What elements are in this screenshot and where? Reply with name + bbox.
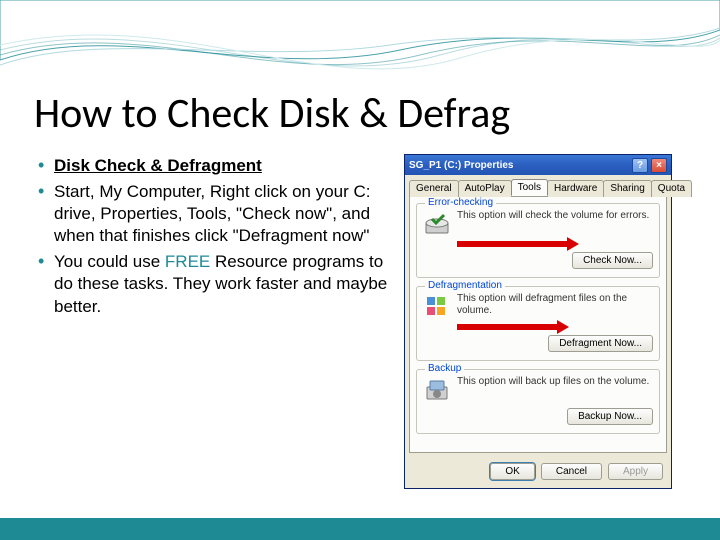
- slide: How to Check Disk & Defrag Disk Check & …: [0, 0, 720, 540]
- tab-sharing[interactable]: Sharing: [603, 180, 651, 197]
- group-text-defrag: This option will defragment files on the…: [457, 293, 653, 317]
- tab-tools[interactable]: Tools: [511, 179, 548, 196]
- bottom-band: [0, 518, 720, 540]
- tab-hardware[interactable]: Hardware: [547, 180, 604, 197]
- close-button[interactable]: ×: [651, 158, 667, 173]
- backup-icon: [423, 376, 451, 404]
- properties-dialog: SG_P1 (C:) Properties ? × General AutoPl…: [404, 154, 672, 489]
- bullet-2: Start, My Computer, Right click on your …: [34, 181, 389, 247]
- group-text-error: This option will check the volume for er…: [457, 210, 653, 222]
- group-defragmentation: Defragmentation This option will defragm…: [416, 286, 660, 361]
- tab-general[interactable]: General: [409, 180, 459, 197]
- dialog-button-row: OK Cancel Apply: [405, 457, 671, 488]
- tab-quota[interactable]: Quota: [651, 180, 692, 197]
- group-label-error: Error-checking: [425, 197, 496, 208]
- apply-button[interactable]: Apply: [608, 463, 663, 480]
- help-button[interactable]: ?: [632, 158, 648, 173]
- group-label-defrag: Defragmentation: [425, 280, 505, 291]
- bullet-2-text: Start, My Computer, Right click on your …: [54, 182, 371, 245]
- check-now-button[interactable]: Check Now...: [572, 252, 653, 269]
- backup-now-button[interactable]: Backup Now...: [567, 408, 653, 425]
- slide-body: Disk Check & Defragment Start, My Comput…: [34, 155, 389, 322]
- tab-strip: General AutoPlay Tools Hardware Sharing …: [405, 175, 671, 196]
- cancel-button[interactable]: Cancel: [541, 463, 602, 480]
- group-label-backup: Backup: [425, 363, 464, 374]
- red-arrow-1: [457, 240, 653, 248]
- dialog-titlebar[interactable]: SG_P1 (C:) Properties ? ×: [405, 155, 671, 175]
- defrag-icon: [423, 293, 451, 321]
- wave-decoration: [0, 0, 720, 90]
- defragment-now-button[interactable]: Defragment Now...: [548, 335, 653, 352]
- bullet-1-text: Disk Check & Defragment: [54, 156, 262, 175]
- dialog-title: SG_P1 (C:) Properties: [409, 160, 513, 171]
- tab-autoplay[interactable]: AutoPlay: [458, 180, 512, 197]
- bullet-1: Disk Check & Defragment: [34, 155, 389, 177]
- disk-check-icon: [423, 210, 451, 238]
- red-arrow-2: [457, 323, 653, 331]
- group-backup: Backup This option will back up files on…: [416, 369, 660, 434]
- slide-title: How to Check Disk & Defrag: [34, 88, 510, 139]
- bullet-3: You could use FREE Resource programs to …: [34, 251, 389, 317]
- group-error-checking: Error-checking This option will check th…: [416, 203, 660, 278]
- tab-body-tools: Error-checking This option will check th…: [409, 196, 667, 453]
- group-text-backup: This option will back up files on the vo…: [457, 376, 653, 388]
- ok-button[interactable]: OK: [490, 463, 534, 480]
